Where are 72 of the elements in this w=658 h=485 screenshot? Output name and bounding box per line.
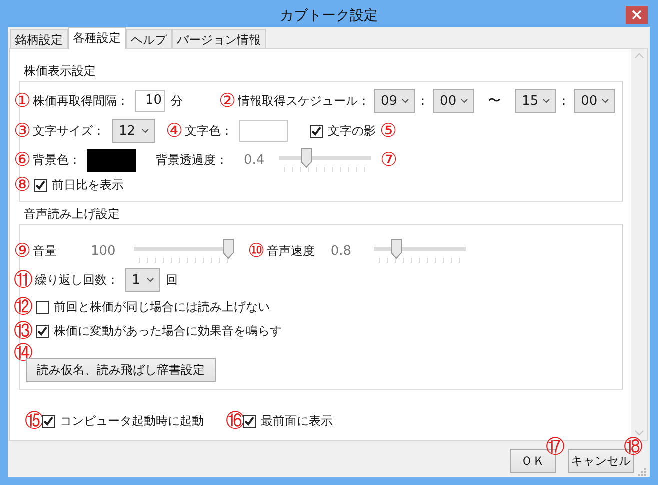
checkbox[interactable] bbox=[243, 414, 256, 428]
checkbox[interactable] bbox=[36, 300, 49, 314]
checkbox-label[interactable]: 株価に変動があった場合に効果音を鳴らす bbox=[54, 322, 282, 340]
annotation-number: ⑥ bbox=[14, 150, 31, 170]
annotation-number: ⑪ bbox=[14, 270, 33, 290]
value-reading: 0.8 bbox=[330, 244, 352, 258]
checkbox[interactable] bbox=[36, 324, 49, 338]
window-title: カブトーク設定 bbox=[280, 7, 378, 25]
group-title: 音声読み上げ設定 bbox=[23, 206, 121, 223]
chevron-icon bbox=[142, 128, 149, 134]
dropdown[interactable]: 1 bbox=[125, 268, 160, 292]
group-title: 株価表示設定 bbox=[23, 63, 97, 80]
number-field[interactable]: 10 bbox=[135, 90, 165, 112]
annotation-number: ④ bbox=[166, 121, 183, 141]
tab[interactable]: ヘルプ bbox=[126, 29, 172, 48]
color-swatch[interactable] bbox=[87, 148, 136, 172]
scroll-up-icon bbox=[634, 53, 644, 59]
colon-label: : bbox=[562, 94, 566, 108]
annotation-number: ② bbox=[219, 91, 236, 111]
field-label: 文字サイズ： bbox=[33, 122, 105, 140]
checkbox[interactable] bbox=[42, 414, 55, 428]
annotation-number: ① bbox=[14, 91, 31, 111]
annotation-number: ③ bbox=[14, 121, 31, 141]
dropdown[interactable]: 00 bbox=[433, 89, 474, 113]
annotation-number: ⑫ bbox=[14, 297, 33, 317]
checkbox[interactable] bbox=[310, 124, 323, 138]
checkbox-label[interactable]: 文字の影 bbox=[328, 122, 376, 140]
field-label: 情報取得スケジュール： bbox=[238, 92, 370, 110]
unit-label: 分 bbox=[171, 92, 183, 110]
chevron-icon bbox=[402, 98, 409, 104]
chevron-icon bbox=[147, 278, 154, 282]
checkbox-label[interactable]: 前日比を表示 bbox=[52, 176, 124, 194]
checkbox-label[interactable]: 最前面に表示 bbox=[261, 412, 333, 430]
range-label: 〜 bbox=[488, 93, 502, 110]
slider-thumb[interactable] bbox=[222, 239, 234, 259]
unit-label: 回 bbox=[166, 272, 178, 288]
chevron-icon bbox=[461, 98, 468, 104]
colon-label: : bbox=[421, 94, 426, 108]
field-label: 背景色： bbox=[33, 152, 81, 168]
dropdown[interactable]: 00 bbox=[574, 89, 616, 113]
field-label: 株価再取得間隔： bbox=[33, 92, 129, 110]
slider-thumb[interactable] bbox=[391, 239, 402, 259]
field-label: 音声速度 bbox=[266, 242, 315, 260]
tab[interactable]: 各種設定 bbox=[68, 27, 126, 49]
close-icon bbox=[632, 10, 642, 20]
dropdown[interactable]: 12 bbox=[112, 119, 155, 143]
field-label: 繰り返し回数： bbox=[35, 272, 119, 288]
field-label: 音量 bbox=[33, 242, 58, 260]
resize-grip-icon bbox=[638, 468, 646, 476]
field-label: 背景透過度： bbox=[156, 152, 228, 168]
checkbox-label[interactable]: コンピュータ起動時に起動 bbox=[60, 412, 204, 430]
checkbox-label[interactable]: 前回と株価が同じ場合には読み上げない bbox=[54, 298, 270, 316]
checkbox[interactable] bbox=[34, 178, 47, 192]
annotation-number: ⑤ bbox=[380, 121, 397, 141]
annotation-number: ⑦ bbox=[380, 150, 398, 170]
annotation-number: ⑩ bbox=[248, 241, 265, 261]
dropdown[interactable]: 15 bbox=[515, 89, 556, 113]
dropdown[interactable]: 09 bbox=[374, 89, 415, 113]
annotation-number: ⑬ bbox=[14, 321, 33, 341]
value-reading: 100 bbox=[91, 244, 116, 258]
dictionary-button[interactable]: 読み仮名、読み飛ばし辞書設定 bbox=[26, 358, 216, 382]
slider-thumb[interactable] bbox=[301, 148, 312, 168]
tab[interactable]: 銘柄設定 bbox=[10, 29, 68, 48]
annotation-number: ⑧ bbox=[14, 175, 31, 195]
close-button[interactable] bbox=[626, 6, 648, 24]
field-label: 文字色： bbox=[185, 122, 233, 140]
scroll-down-icon bbox=[634, 430, 644, 436]
chevron-icon bbox=[543, 98, 550, 104]
chevron-icon bbox=[602, 98, 610, 104]
annotation-number: ⑨ bbox=[14, 241, 31, 261]
tab[interactable]: バージョン情報 bbox=[172, 29, 266, 48]
value-reading: 0.4 bbox=[244, 152, 265, 168]
